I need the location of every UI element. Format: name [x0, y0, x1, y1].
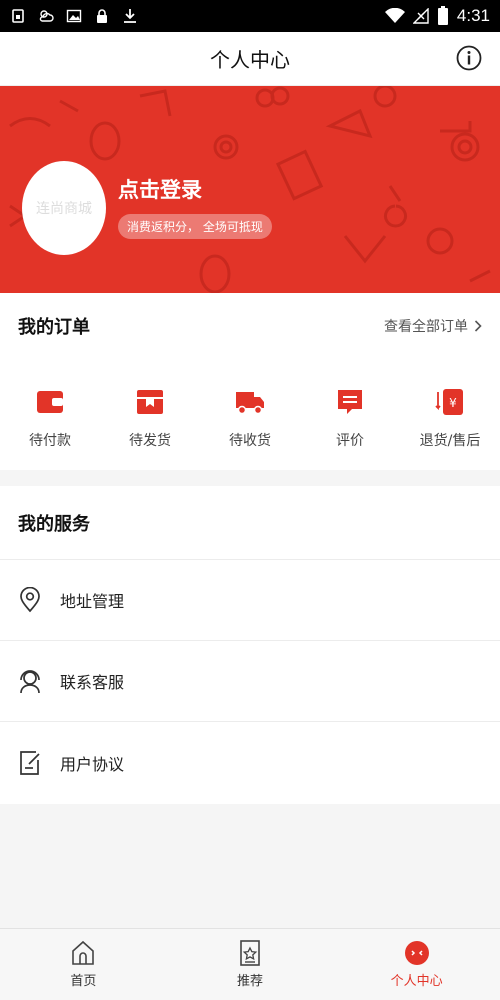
download-icon: [124, 9, 136, 23]
tab-label: 个人中心: [390, 974, 443, 989]
services-header: 我的服务: [0, 486, 500, 560]
order-pending-shipment[interactable]: 待发货: [100, 388, 200, 450]
profile-banner: 连尚商城 点击登录 消费返积分， 全场可抵现: [0, 86, 500, 293]
profile-face-icon: [404, 941, 429, 965]
order-item-label: 评价: [336, 433, 364, 449]
wallet-icon: [37, 391, 63, 413]
login-link[interactable]: 点击登录: [118, 174, 202, 204]
box-icon: [137, 390, 163, 414]
bottom-tab-bar: 首页 推荐 个人中心: [0, 928, 500, 1000]
order-item-label: 待付款: [29, 433, 71, 449]
order-status-row: 待付款 待发货 待收货 评价 ¥ 退货/售后: [0, 388, 500, 450]
order-pending-payment[interactable]: 待付款: [0, 388, 100, 450]
tab-label: 推荐: [237, 974, 264, 989]
battery-icon: [437, 6, 448, 25]
wifi-icon: [384, 8, 405, 23]
title-bar: 个人中心: [0, 32, 500, 86]
service-label: 地址管理: [60, 592, 125, 611]
tab-home[interactable]: 首页: [0, 929, 167, 1000]
document-icon: [20, 750, 40, 775]
service-label: 联系客服: [60, 673, 125, 692]
order-refund[interactable]: ¥ 退货/售后: [400, 388, 500, 450]
page-title: 个人中心: [210, 48, 290, 72]
refund-icon: ¥: [435, 389, 463, 415]
clock: 4:31: [456, 6, 490, 25]
service-address[interactable]: 地址管理: [0, 560, 500, 641]
orders-section: 我的订单 查看全部订单 待付款 待发货 待收货 评价 ¥ 退货/售后: [0, 293, 500, 470]
info-icon[interactable]: [456, 45, 482, 71]
truck-icon: [236, 392, 264, 415]
signal-icon: [412, 8, 429, 24]
tab-label: 首页: [70, 974, 97, 989]
order-item-label: 退货/售后: [419, 433, 481, 449]
tab-profile[interactable]: 个人中心: [333, 929, 500, 1000]
order-review[interactable]: 评价: [300, 388, 400, 450]
services-title: 我的服务: [18, 513, 90, 535]
orders-header: 我的订单 查看全部订单: [0, 293, 500, 359]
sim-icon: [12, 9, 24, 23]
service-label: 用户协议: [60, 754, 125, 774]
order-item-label: 待发货: [129, 433, 171, 449]
orders-title: 我的订单: [18, 317, 90, 338]
star-bookmark-icon: [240, 940, 260, 966]
avatar[interactable]: 连尚商城: [22, 161, 106, 255]
view-all-orders-link[interactable]: 查看全部订单: [384, 316, 482, 336]
avatar-placeholder-text: 连尚商城: [36, 201, 92, 217]
lock-icon: [97, 9, 107, 23]
points-badge: 消费返积分， 全场可抵现: [118, 214, 272, 239]
view-all-orders-label: 查看全部订单: [384, 319, 468, 335]
comment-icon: [338, 390, 362, 414]
weather-icon: [39, 10, 54, 22]
order-item-label: 待收货: [229, 433, 271, 449]
location-icon: [20, 587, 40, 613]
tab-recommend[interactable]: 推荐: [167, 929, 334, 1000]
service-user-agreement[interactable]: 用户协议: [0, 722, 500, 803]
svg-text:¥: ¥: [449, 396, 457, 410]
home-icon: [72, 940, 95, 965]
image-icon: [66, 9, 82, 23]
headset-icon: [20, 670, 40, 694]
chevron-right-icon: [474, 320, 482, 332]
services-section: 我的服务 地址管理 联系客服 用户协议: [0, 486, 500, 804]
service-customer-support[interactable]: 联系客服: [0, 641, 500, 722]
order-pending-receipt[interactable]: 待收货: [200, 388, 300, 450]
status-bar: 4:31: [0, 0, 500, 32]
